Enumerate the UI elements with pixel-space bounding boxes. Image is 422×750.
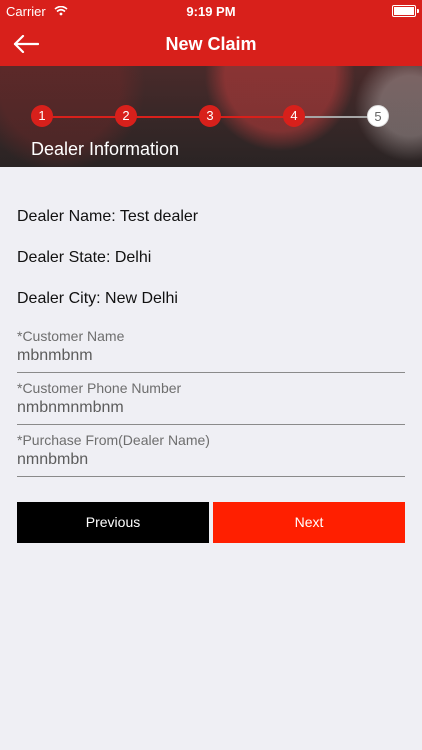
customer-phone-label: *Customer Phone Number — [17, 380, 182, 396]
steps-progress-line-remaining — [294, 116, 378, 118]
step-1-indicator: 1 — [31, 105, 53, 127]
step-4-indicator: 4 — [283, 105, 305, 127]
previous-button[interactable]: Previous — [17, 502, 209, 543]
dealer-state-text: Dealer State: Delhi — [17, 249, 152, 266]
section-title: Dealer Information — [31, 139, 180, 159]
step-5-indicator: 5 — [367, 105, 389, 127]
customer-name-field[interactable]: *Customer Name mbnmbnm — [17, 328, 405, 373]
status-bar: Carrier 9:19 PM — [0, 0, 422, 22]
battery-icon — [392, 5, 419, 17]
page-title: New Claim — [165, 34, 257, 54]
purchase-from-input[interactable]: nmnbmbn — [17, 451, 88, 469]
back-button[interactable] — [10, 30, 42, 58]
dealer-name-text: Dealer Name: Test dealer — [17, 208, 199, 225]
back-arrow-icon — [13, 35, 39, 53]
nav-bar: New Claim — [0, 22, 422, 66]
steps-banner: 1 2 3 4 5 Dealer Information — [0, 66, 422, 167]
status-time: 9:19 PM — [186, 4, 236, 19]
customer-phone-field[interactable]: *Customer Phone Number nmbnmnmbnm — [17, 380, 405, 425]
purchase-from-field[interactable]: *Purchase From(Dealer Name) nmnbmbn — [17, 432, 405, 477]
dealer-city-text: Dealer City: New Delhi — [17, 290, 178, 307]
step-3-indicator: 3 — [199, 105, 221, 127]
steps-progress-line-completed — [42, 116, 294, 118]
customer-name-input[interactable]: mbnmbnm — [17, 347, 93, 365]
purchase-from-label: *Purchase From(Dealer Name) — [17, 432, 210, 448]
step-2-indicator: 2 — [115, 105, 137, 127]
customer-phone-input[interactable]: nmbnmnmbnm — [17, 399, 124, 417]
next-button[interactable]: Next — [213, 502, 405, 543]
customer-name-label: *Customer Name — [17, 328, 125, 344]
